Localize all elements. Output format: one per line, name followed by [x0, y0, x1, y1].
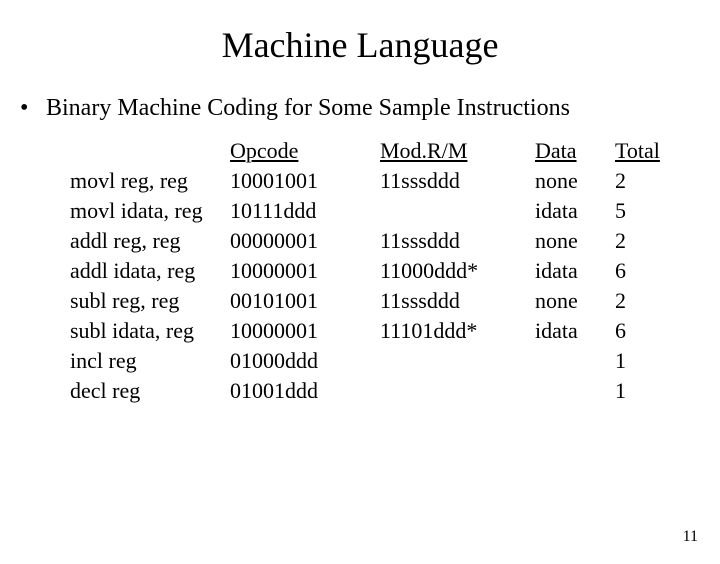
- cell-data: idata: [535, 258, 615, 284]
- cell-opcode: 10001001: [230, 168, 380, 194]
- cell-total: 2: [615, 168, 675, 194]
- cell-data: none: [535, 228, 615, 254]
- cell-data: idata: [535, 198, 615, 224]
- cell-instruction: incl reg: [70, 348, 230, 374]
- table-row: decl reg 01001ddd 1: [70, 378, 720, 408]
- cell-data: none: [535, 288, 615, 314]
- cell-instruction: addl idata, reg: [70, 258, 230, 284]
- slide-title: Machine Language: [0, 24, 720, 66]
- cell-opcode: 01000ddd: [230, 348, 380, 374]
- cell-instruction: movl reg, reg: [70, 168, 230, 194]
- cell-modrm: 11000ddd*: [380, 258, 535, 284]
- cell-opcode: 00000001: [230, 228, 380, 254]
- bullet-text: Binary Machine Coding for Some Sample In…: [46, 94, 570, 122]
- bullet-item: • Binary Machine Coding for Some Sample …: [20, 94, 720, 122]
- cell-opcode: 10000001: [230, 318, 380, 344]
- cell-opcode: 10111ddd: [230, 198, 380, 224]
- cell-data: none: [535, 168, 615, 194]
- table-row: movl reg, reg 10001001 11sssddd none 2: [70, 168, 720, 198]
- cell-total: 2: [615, 288, 675, 314]
- bullet-dot-icon: •: [20, 94, 46, 122]
- header-opcode: Opcode: [230, 138, 380, 164]
- cell-total: 6: [615, 258, 675, 284]
- cell-modrm: 11sssddd: [380, 288, 535, 314]
- page-number: 11: [683, 528, 698, 546]
- table-row: incl reg 01000ddd 1: [70, 348, 720, 378]
- table-row: movl idata, reg 10111ddd idata 5: [70, 198, 720, 228]
- slide: Machine Language • Binary Machine Coding…: [0, 24, 720, 564]
- cell-opcode: 10000001: [230, 258, 380, 284]
- cell-total: 2: [615, 228, 675, 254]
- cell-total: 1: [615, 378, 675, 404]
- cell-instruction: subl idata, reg: [70, 318, 230, 344]
- header-modrm: Mod.R/M: [380, 138, 535, 164]
- cell-modrm: 11sssddd: [380, 168, 535, 194]
- cell-modrm: 11sssddd: [380, 228, 535, 254]
- cell-instruction: decl reg: [70, 378, 230, 404]
- header-data: Data: [535, 138, 615, 164]
- cell-instruction: addl reg, reg: [70, 228, 230, 254]
- cell-modrm: 11101ddd*: [380, 318, 535, 344]
- cell-data: idata: [535, 318, 615, 344]
- cell-instruction: subl reg, reg: [70, 288, 230, 314]
- cell-opcode: 01001ddd: [230, 378, 380, 404]
- cell-total: 6: [615, 318, 675, 344]
- cell-instruction: movl idata, reg: [70, 198, 230, 224]
- encoding-table: Opcode Mod.R/M Data Total movl reg, reg …: [70, 138, 720, 408]
- table-row: subl reg, reg 00101001 11sssddd none 2: [70, 288, 720, 318]
- header-total: Total: [615, 138, 675, 164]
- cell-opcode: 00101001: [230, 288, 380, 314]
- table-header-row: Opcode Mod.R/M Data Total: [70, 138, 720, 168]
- table-row: addl reg, reg 00000001 11sssddd none 2: [70, 228, 720, 258]
- table-row: addl idata, reg 10000001 11000ddd* idata…: [70, 258, 720, 288]
- cell-total: 5: [615, 198, 675, 224]
- cell-total: 1: [615, 348, 675, 374]
- table-row: subl idata, reg 10000001 11101ddd* idata…: [70, 318, 720, 348]
